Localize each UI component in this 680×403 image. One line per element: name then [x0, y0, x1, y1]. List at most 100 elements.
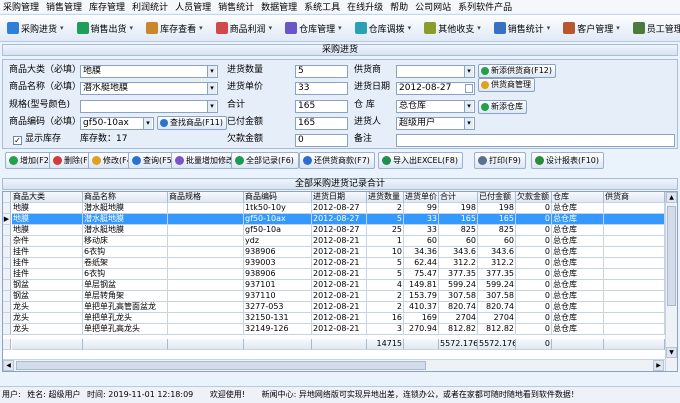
toolbar-button-7[interactable]: 销售统计 ▾ [491, 17, 554, 39]
toolbar-button-1[interactable]: 销售出货 ▾ [74, 17, 137, 39]
table-cell[interactable]: 6衣钩 [83, 247, 168, 258]
menu-item-0[interactable]: 采购管理 [3, 0, 39, 13]
action-button-5[interactable]: 全部记录(F6) [231, 152, 299, 169]
table-cell[interactable]: 龙头 [12, 324, 83, 335]
table-cell[interactable]: 2012-08-21 [312, 247, 367, 258]
toolbar-button-4[interactable]: 仓库管理 ▾ [282, 17, 345, 39]
menu-item-4[interactable]: 人员管理 [175, 0, 211, 13]
supplier-management-button[interactable]: 供货商管理 [478, 78, 535, 92]
row-header[interactable] [3, 247, 11, 258]
table-cell[interactable]: 总仓库 [552, 280, 604, 291]
table-cell[interactable]: 0 [516, 258, 552, 269]
toolbar-button-0[interactable]: 采购进货 ▾ [4, 17, 67, 39]
table-cell[interactable]: 总仓库 [552, 291, 604, 302]
table-cell[interactable]: 33 [404, 214, 439, 225]
table-cell[interactable]: 总仓库 [552, 324, 604, 335]
column-header[interactable]: 供货商 [604, 192, 665, 203]
table-cell[interactable]: 龙头 [12, 313, 83, 324]
table-cell[interactable]: 16 [367, 313, 404, 324]
scroll-up-icon[interactable]: ▲ [666, 192, 677, 203]
table-cell[interactable]: 2012-08-27 [312, 203, 367, 214]
table-cell[interactable]: 312.2 [478, 258, 516, 269]
table-row[interactable]: 龙头 单把单孔龙头 32150-131 2012-08-21 16 169 2704 2704… [3, 313, 665, 324]
row-header[interactable] [3, 302, 11, 313]
action-button-4[interactable]: 批量增加修改 [171, 152, 239, 169]
menu-item-5[interactable]: 销售统计 [218, 0, 254, 13]
table-row[interactable]: 地膜 潜水艇地膜 gf50-10a 2012-08-27 25 33 825 825 0 总仓库 [3, 225, 665, 236]
table-cell[interactable]: 599.24 [478, 280, 516, 291]
menu-item-2[interactable]: 库存管理 [89, 0, 125, 13]
table-cell[interactable]: 32150-131 [244, 313, 312, 324]
table-cell[interactable]: 198 [478, 203, 516, 214]
table-cell[interactable]: gf50-10ax [244, 214, 312, 225]
table-cell[interactable]: 挂件 [12, 269, 83, 280]
row-header[interactable] [3, 203, 11, 214]
table-cell[interactable]: 1tk50-10y [244, 203, 312, 214]
table-cell[interactable]: 343.6 [439, 247, 478, 258]
table-cell[interactable] [604, 302, 665, 313]
row-header[interactable] [3, 225, 11, 236]
action-button-8[interactable]: 打印(F9) [474, 152, 526, 169]
table-cell[interactable]: 0 [516, 324, 552, 335]
menu-item-6[interactable]: 数据管理 [261, 0, 297, 13]
table-cell[interactable] [168, 302, 244, 313]
table-cell[interactable]: 5 [367, 269, 404, 280]
table-cell[interactable]: 5 [367, 258, 404, 269]
table-cell[interactable]: 2012-08-27 [312, 225, 367, 236]
toolbar-button-2[interactable]: 库存查看 ▾ [143, 17, 206, 39]
table-cell[interactable]: 总仓库 [552, 214, 604, 225]
table-cell[interactable]: 60 [478, 236, 516, 247]
table-cell[interactable]: 3 [367, 324, 404, 335]
table-cell[interactable]: 龙头 [12, 302, 83, 313]
chevron-down-icon[interactable]: ▾ [269, 24, 273, 32]
table-row[interactable]: 挂件 6衣钩 938906 2012-08-21 5 75.47 377.35 377.35 0… [3, 269, 665, 280]
table-cell[interactable]: 198 [439, 203, 478, 214]
qty-input[interactable]: 5 [295, 65, 348, 78]
table-cell[interactable]: 单把单孔高龙头 [83, 324, 168, 335]
table-cell[interactable] [168, 214, 244, 225]
table-cell[interactable]: 潜水艇地膜 [83, 214, 168, 225]
table-cell[interactable] [168, 203, 244, 214]
table-cell[interactable]: 343.6 [478, 247, 516, 258]
table-cell[interactable] [168, 324, 244, 335]
table-cell[interactable]: 总仓库 [552, 258, 604, 269]
table-cell[interactable]: 地膜 [12, 214, 83, 225]
table-cell[interactable]: 938906 [244, 247, 312, 258]
table-cell[interactable]: 地膜 [12, 225, 83, 236]
table-cell[interactable]: 0 [516, 214, 552, 225]
warehouse-select[interactable]: 总仓库 [396, 100, 475, 113]
table-cell[interactable]: 312.2 [439, 258, 478, 269]
table-cell[interactable]: 总仓库 [552, 313, 604, 324]
table-cell[interactable]: 938906 [244, 269, 312, 280]
table-cell[interactable]: 60 [439, 236, 478, 247]
table-cell[interactable]: 总仓库 [552, 203, 604, 214]
column-header[interactable]: 已付金额 [478, 192, 516, 203]
column-header[interactable]: 合计 [439, 192, 478, 203]
code-select[interactable]: gf50-10ax [80, 117, 154, 130]
current-row-pointer-icon[interactable]: ▶ [3, 214, 11, 225]
table-cell[interactable]: 2 [367, 203, 404, 214]
table-cell[interactable]: 165 [439, 214, 478, 225]
chevron-down-icon[interactable]: ▾ [60, 24, 64, 32]
table-cell[interactable]: 总仓库 [552, 247, 604, 258]
table-cell[interactable]: 812.82 [439, 324, 478, 335]
menu-item-1[interactable]: 销售管理 [46, 0, 82, 13]
column-header[interactable]: 商品规格 [168, 192, 244, 203]
scroll-right-icon[interactable]: ▶ [653, 360, 664, 371]
column-header[interactable]: 商品大类 [12, 192, 83, 203]
row-header[interactable] [3, 258, 11, 269]
table-cell[interactable]: ydz [244, 236, 312, 247]
table-cell[interactable]: 75.47 [404, 269, 439, 280]
action-button-7[interactable]: 导入出EXCEL(F8) [378, 152, 463, 169]
table-cell[interactable]: 2012-08-21 [312, 269, 367, 280]
table-cell[interactable]: 99 [404, 203, 439, 214]
table-cell[interactable]: 377.35 [478, 269, 516, 280]
table-cell[interactable]: 潜水艇地膜 [83, 203, 168, 214]
table-cell[interactable] [604, 214, 665, 225]
chevron-down-icon[interactable]: ▾ [547, 24, 551, 32]
table-cell[interactable]: 60 [404, 236, 439, 247]
scroll-left-icon[interactable]: ◀ [3, 360, 14, 371]
show-stock-checkbox[interactable]: ✓ [13, 136, 22, 145]
table-cell[interactable]: 307.58 [478, 291, 516, 302]
buyer-select[interactable]: 超级用户 [396, 117, 475, 130]
